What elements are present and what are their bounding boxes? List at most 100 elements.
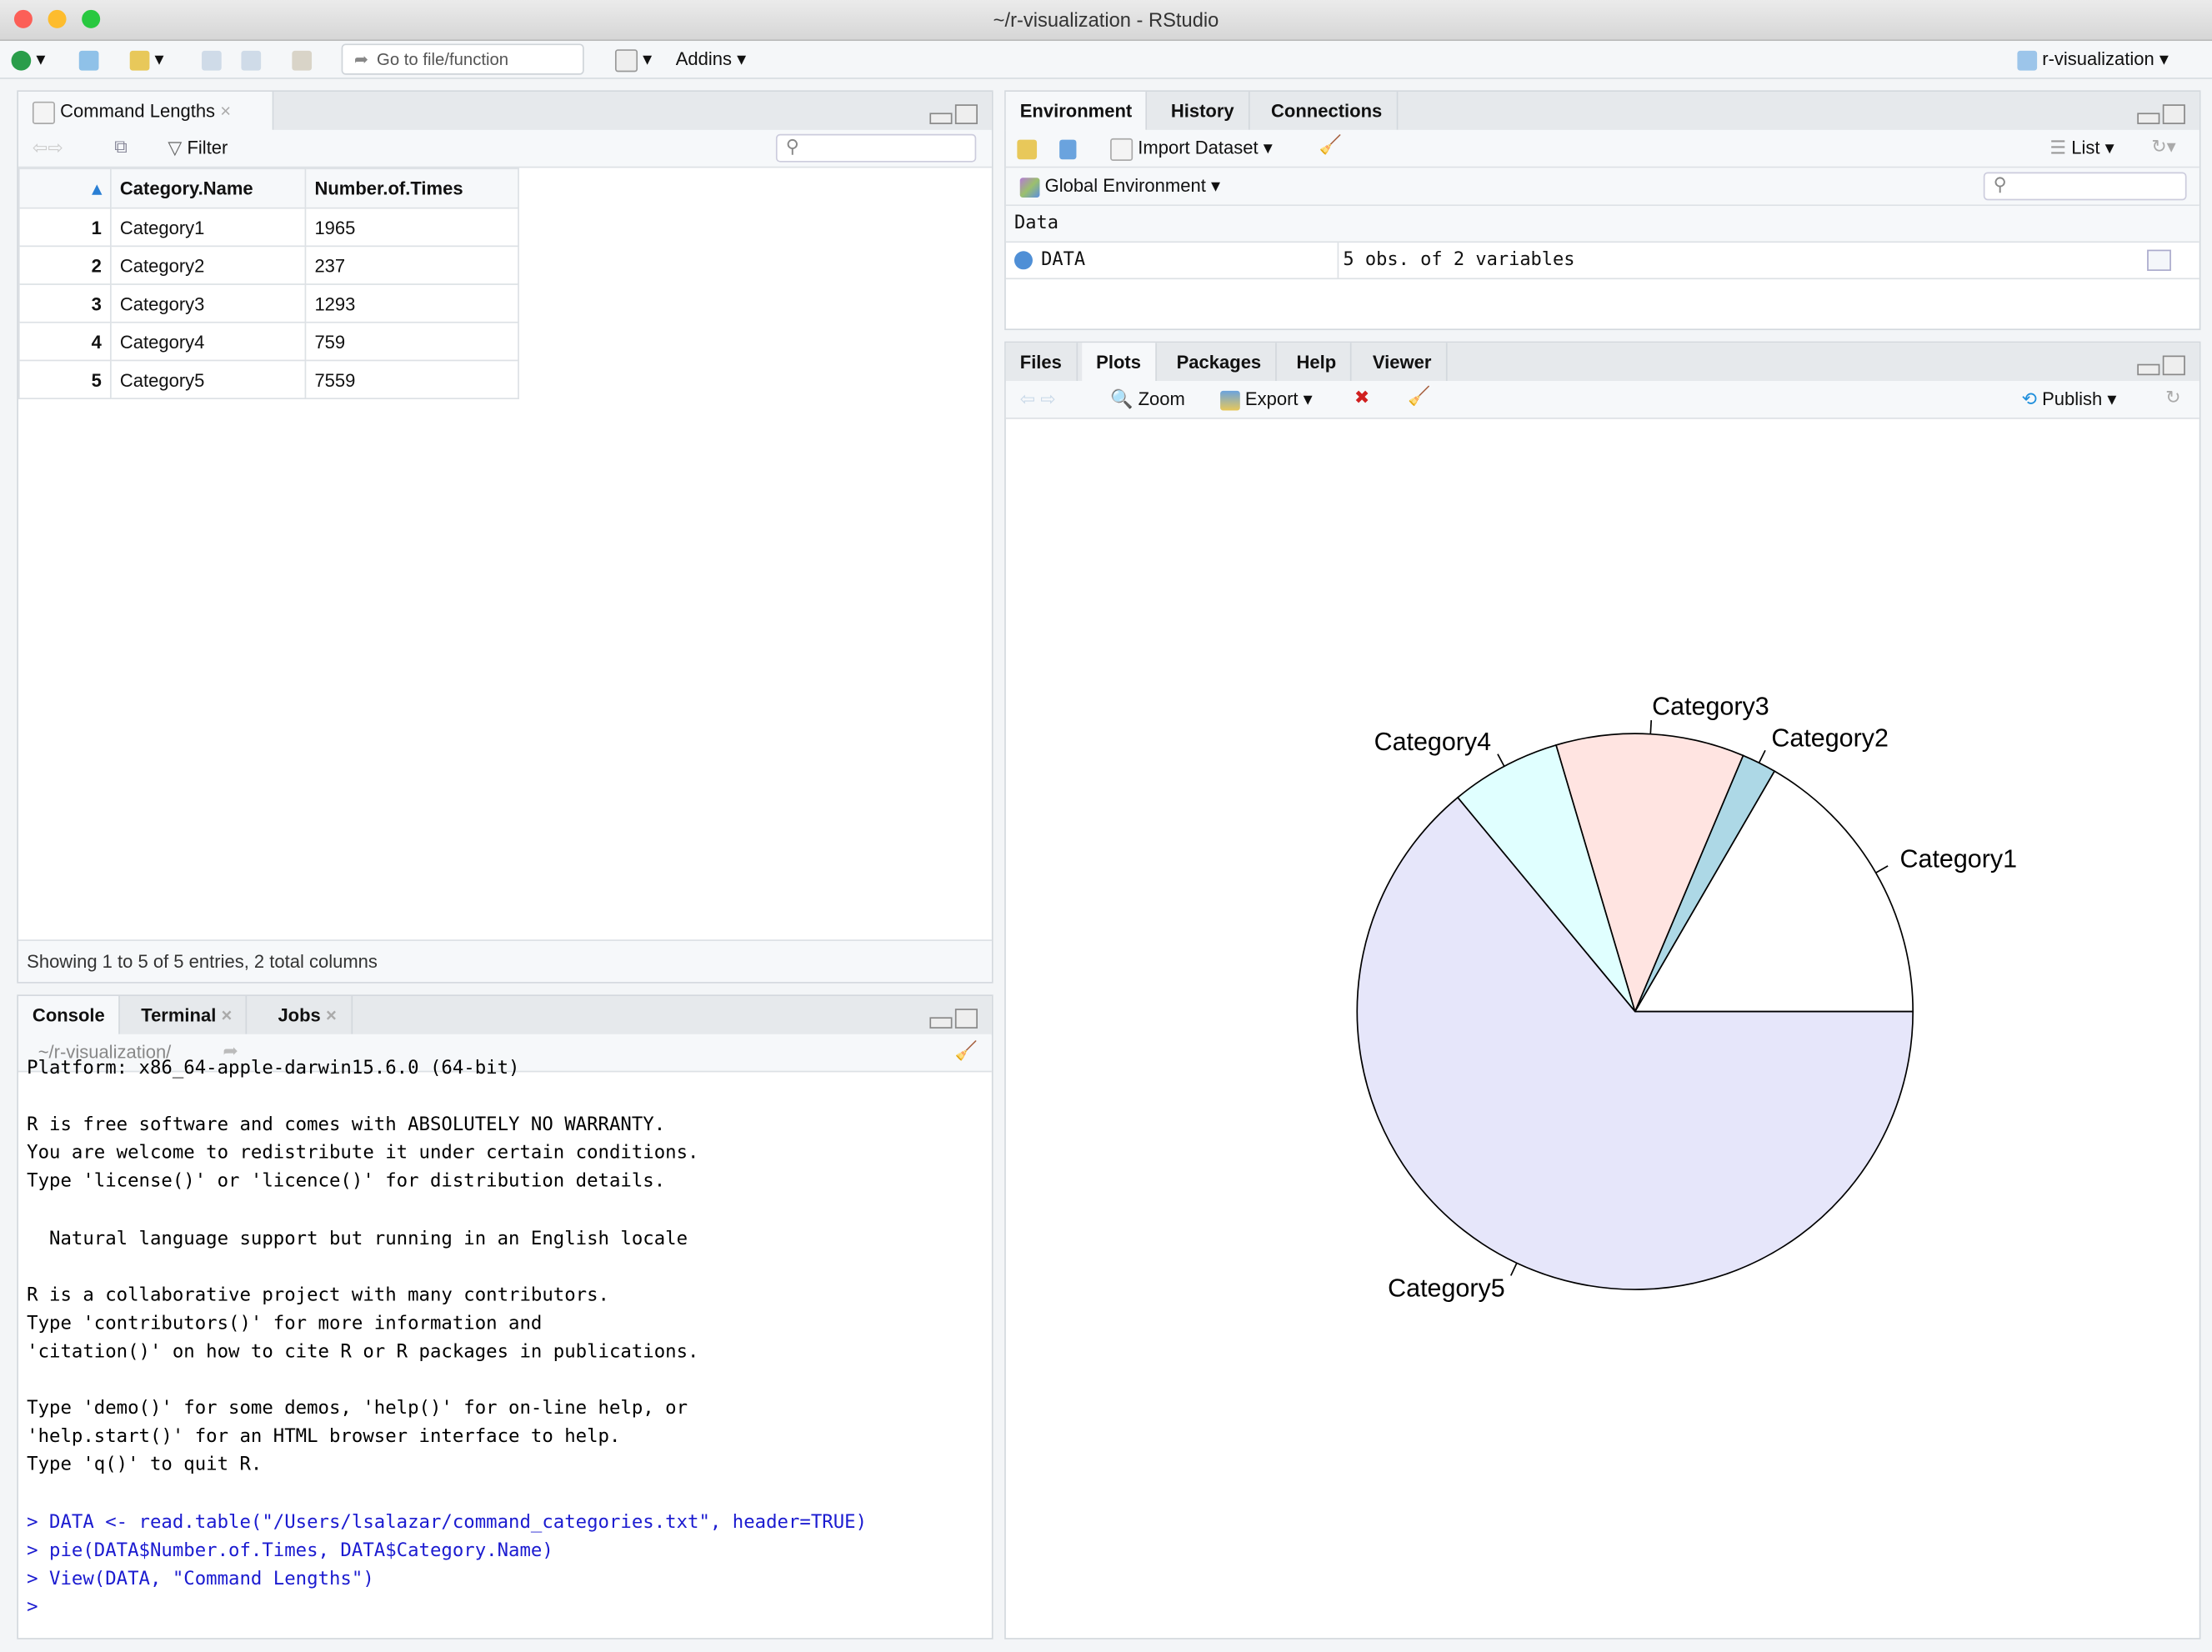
tab-connections[interactable]: Connections xyxy=(1257,92,1398,130)
print-button[interactable] xyxy=(292,47,313,72)
label-tick xyxy=(1758,749,1766,763)
save-button[interactable] xyxy=(202,47,222,72)
console-line: Natural language support but running in … xyxy=(27,1228,688,1249)
environment-pane: Environment History Connections Import D… xyxy=(1004,90,2201,331)
env-variable-row[interactable]: DATA 5 obs. of 2 variables xyxy=(1005,243,2199,280)
broom-icon[interactable]: 🧹 xyxy=(955,1039,978,1062)
close-tab-icon[interactable]: × xyxy=(326,1004,337,1025)
environment-selector[interactable]: Global Environment ▾ xyxy=(1019,175,1220,198)
import-dataset-button[interactable]: Import Dataset ▾ xyxy=(1110,137,1273,161)
table-row: 3 Category3 1293 xyxy=(18,283,519,323)
back-forward-icon[interactable]: ⇦⇨ xyxy=(33,137,63,159)
column-header[interactable]: Category.Name xyxy=(110,168,307,209)
view-table-icon[interactable] xyxy=(2147,249,2171,271)
env-scope-bar: Global Environment ▾ ⚲ xyxy=(1005,168,2199,207)
row-number: 3 xyxy=(18,283,112,323)
tab-command-lengths[interactable]: Command Lengths × xyxy=(18,92,274,132)
count-cell: 7559 xyxy=(304,359,519,400)
popout-icon[interactable]: ⧉ xyxy=(114,135,128,158)
console-line: 'citation()' on how to cite R or R packa… xyxy=(27,1341,699,1363)
minimize-window-button[interactable] xyxy=(48,9,67,28)
new-file-button[interactable]: ▾ xyxy=(11,47,45,72)
tab-plots[interactable]: Plots xyxy=(1082,343,1157,383)
layout-button[interactable]: ▾ xyxy=(614,47,652,72)
refresh-icon[interactable]: ↻ xyxy=(2165,387,2180,409)
viewer-footer: Showing 1 to 5 of 5 entries, 2 total col… xyxy=(18,939,992,983)
close-tab-icon[interactable]: × xyxy=(220,100,231,121)
data-table: ▴ Category.Name Number.of.Times 1 Categor… xyxy=(18,168,519,400)
row-number: 1 xyxy=(18,207,112,248)
tab-terminal[interactable]: Terminal × xyxy=(127,995,248,1034)
console-line: Type 'license()' or 'licence()' for dist… xyxy=(27,1171,666,1193)
goto-placeholder: Go to file/function xyxy=(377,49,509,69)
list-view-button[interactable]: ☰ List ▾ xyxy=(2049,137,2114,159)
clear-plots-button[interactable]: 🧹 xyxy=(1408,385,1430,408)
tab-files[interactable]: Files xyxy=(1006,343,1078,382)
count-cell: 1293 xyxy=(304,283,519,323)
export-button[interactable]: Export ▾ xyxy=(1220,388,1313,410)
new-project-button[interactable] xyxy=(78,47,99,72)
table-row: 5 Category5 7559 xyxy=(18,359,519,400)
magnifier-icon: 🔍 xyxy=(1110,388,1134,409)
save-workspace-button[interactable] xyxy=(1059,137,1077,159)
open-file-button[interactable]: ▾ xyxy=(129,47,164,72)
close-tab-icon[interactable]: × xyxy=(221,1004,232,1025)
console-line: Platform: x86_64-apple-darwin15.6.0 (64-… xyxy=(27,1058,520,1079)
clear-workspace-button[interactable]: 🧹 xyxy=(1319,134,1342,157)
pane-minmax[interactable] xyxy=(2137,104,2185,124)
console-line: Type 'demo()' for some demos, 'help()' f… xyxy=(27,1398,688,1419)
pane-minmax[interactable] xyxy=(929,1009,978,1029)
refresh-icon[interactable]: ↻▾ xyxy=(2151,135,2175,158)
slice-label: Category2 xyxy=(1771,724,1889,753)
tab-viewer[interactable]: Viewer xyxy=(1359,343,1448,382)
tab-jobs[interactable]: Jobs × xyxy=(264,995,353,1034)
addins-label: Addins xyxy=(675,48,733,69)
table-icon xyxy=(1110,138,1134,161)
expand-icon[interactable] xyxy=(1013,251,1033,270)
window-title: ~/r-visualization - RStudio xyxy=(993,8,1219,32)
tab-console[interactable]: Console xyxy=(18,995,121,1036)
image-icon xyxy=(1220,390,1240,410)
zoom-window-button[interactable] xyxy=(82,9,101,28)
sort-indicator[interactable]: ▴ xyxy=(18,168,112,209)
console-output[interactable]: Platform: x86_64-apple-darwin15.6.0 (64-… xyxy=(27,1055,867,1622)
tab-history[interactable]: History xyxy=(1157,92,1250,130)
close-window-button[interactable] xyxy=(13,9,33,28)
files-tab-bar: Files Plots Packages Help Viewer xyxy=(1005,343,2199,383)
category-cell: Category3 xyxy=(110,283,307,323)
project-menu[interactable]: r-visualization ▾ xyxy=(2017,47,2169,72)
save-all-button[interactable] xyxy=(241,47,262,72)
save-icon xyxy=(1059,138,1077,159)
publish-label: Publish xyxy=(2042,388,2103,409)
console-command: > DATA <- read.table("/Users/lsalazar/co… xyxy=(27,1511,868,1534)
pane-minmax[interactable] xyxy=(2137,355,2185,376)
env-tab-bar: Environment History Connections xyxy=(1005,92,2199,132)
save-icon xyxy=(202,50,222,70)
column-header[interactable]: Number.of.Times xyxy=(304,168,519,209)
slice-label: Category5 xyxy=(1388,1274,1505,1303)
viewer-search-input[interactable]: ⚲ xyxy=(775,133,977,163)
pane-minmax[interactable] xyxy=(929,104,978,124)
tab-label: Jobs xyxy=(278,1004,321,1026)
r-project-icon xyxy=(78,50,99,70)
filter-button[interactable]: ▽ Filter xyxy=(168,137,228,159)
remove-plot-icon[interactable]: ✖ xyxy=(1354,387,1369,409)
slice-label: Category3 xyxy=(1652,693,1769,721)
count-cell: 759 xyxy=(304,321,519,362)
publish-button[interactable]: ⟲ Publish ▾ xyxy=(2021,388,2116,410)
table-header: ▴ Category.Name Number.of.Times xyxy=(18,168,519,209)
count-cell: 237 xyxy=(304,245,519,285)
tab-environment[interactable]: Environment xyxy=(1005,92,1148,132)
env-search-input[interactable]: ⚲ xyxy=(1983,172,2187,201)
tab-help[interactable]: Help xyxy=(1283,343,1352,382)
goto-file-input[interactable]: ➦ Go to file/function xyxy=(341,43,584,75)
back-forward-icon[interactable]: ⇦ ⇨ xyxy=(1020,388,1056,410)
addins-button[interactable]: Addins ▾ xyxy=(676,47,746,72)
load-workspace-button[interactable] xyxy=(1017,137,1038,159)
zoom-button[interactable]: 🔍 Zoom xyxy=(1110,388,1185,410)
tab-packages[interactable]: Packages xyxy=(1163,343,1277,382)
